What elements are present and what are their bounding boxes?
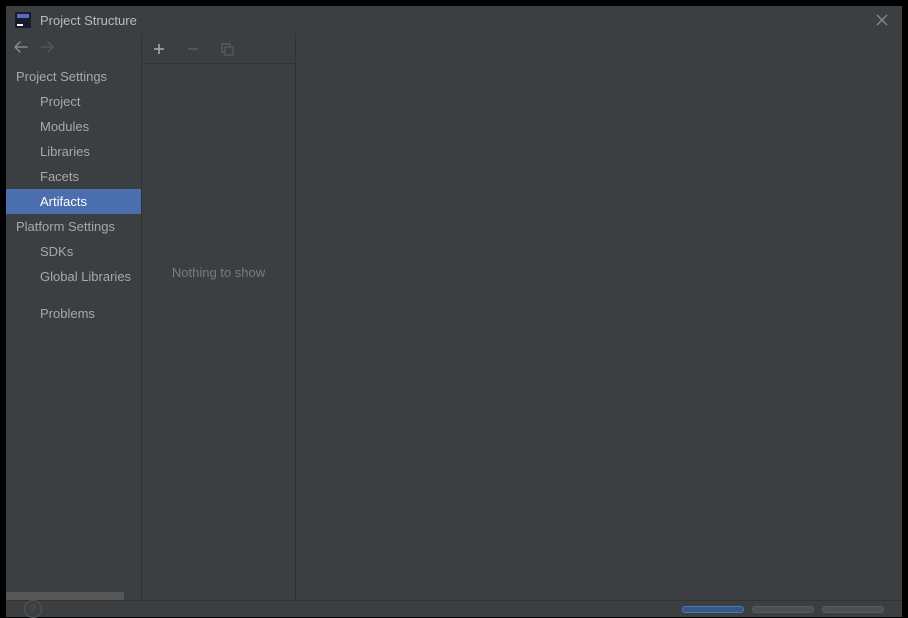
empty-list-label: Nothing to show [142,64,295,600]
content-area: Project Settings Project Modules Librari… [6,34,902,600]
details-panel [296,34,902,600]
sidebar-item-artifacts[interactable]: Artifacts [6,189,141,214]
sidebar-item-sdks[interactable]: SDKs [6,239,141,264]
sidebar-item-libraries[interactable]: Libraries [6,139,141,164]
copy-icon [220,42,234,56]
arrow-left-icon [14,41,28,53]
list-toolbar [142,34,295,64]
sidebar-item-facets[interactable]: Facets [6,164,141,189]
close-button[interactable] [870,8,894,32]
sidebar-scrollbar[interactable] [6,592,124,600]
sidebar-section-project-settings: Project Settings [6,64,141,89]
minus-icon [187,43,199,55]
titlebar: Project Structure [6,6,902,34]
ok-button[interactable] [682,606,744,613]
sidebar-section-platform-settings: Platform Settings [6,214,141,239]
remove-button[interactable] [184,40,202,58]
footer-left: ? [24,600,42,618]
cancel-button[interactable] [752,606,814,613]
copy-button[interactable] [218,40,236,58]
nav-forward-button[interactable] [40,41,54,57]
help-button[interactable]: ? [24,600,42,618]
sidebar-item-modules[interactable]: Modules [6,114,141,139]
nav-back-button[interactable] [14,41,28,57]
arrow-right-icon [40,41,54,53]
plus-icon [153,43,165,55]
sidebar-item-global-libraries[interactable]: Global Libraries [6,264,141,289]
sidebar: Project Settings Project Modules Librari… [6,34,142,600]
close-icon [876,14,888,26]
sidebar-spacer [6,289,141,301]
apply-button[interactable] [822,606,884,613]
sidebar-item-project[interactable]: Project [6,89,141,114]
dialog-footer: ? [6,600,902,617]
nav-arrows [6,34,141,64]
sidebar-item-problems[interactable]: Problems [6,301,141,326]
add-button[interactable] [150,40,168,58]
window-title: Project Structure [40,13,870,28]
artifacts-list-panel: Nothing to show [142,34,296,600]
project-structure-dialog: Project Structure [6,6,902,617]
app-icon [14,11,32,29]
